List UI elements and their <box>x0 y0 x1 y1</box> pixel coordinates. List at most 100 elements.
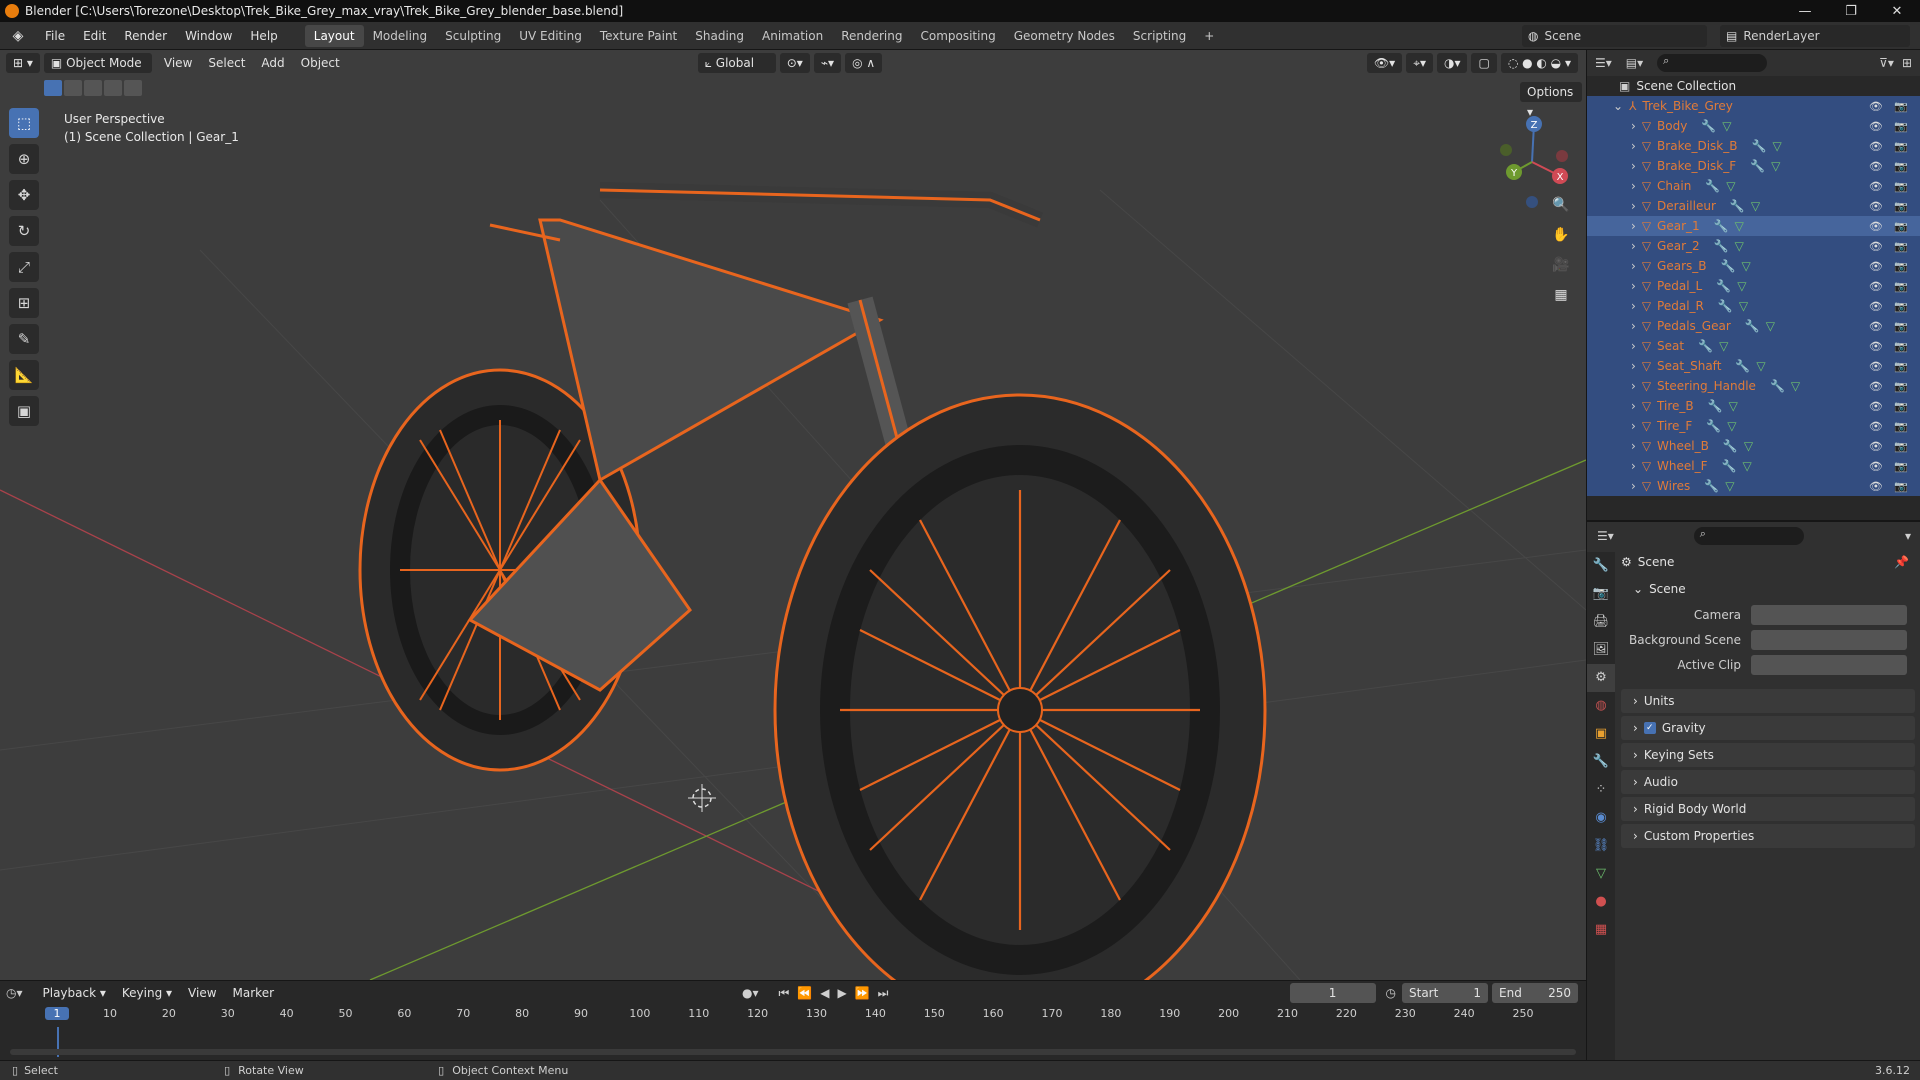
transform-orientation-dropdown[interactable]: ⟀ Global <box>697 53 776 73</box>
minimize-button[interactable]: — <box>1782 4 1828 19</box>
rigid-body-world-panel-header[interactable]: › Rigid Body World <box>1621 797 1915 821</box>
outliner-row-object[interactable]: › ▽ Brake_Disk_F 🔧 ▽ 👁 📷 <box>1587 156 1920 176</box>
visibility-icons[interactable]: 👁 📷 <box>1869 300 1912 313</box>
menu-file[interactable]: File <box>36 23 74 49</box>
xray-button[interactable]: ▢ <box>1471 53 1497 73</box>
snap-button[interactable]: ⌁▾ <box>813 53 842 73</box>
add-cube-tool-icon[interactable]: ▣ <box>9 396 39 426</box>
visibility-icons[interactable]: 👁 📷 <box>1869 100 1912 113</box>
tool-tab-icon[interactable]: 🔧 <box>1587 552 1615 580</box>
playback-controls[interactable]: ⏮⏪◀▶⏩⏭ <box>779 986 897 1001</box>
outliner-row-object[interactable]: › ▽ Tire_B 🔧 ▽ 👁 📷 <box>1587 396 1920 416</box>
front-wheel[interactable] <box>773 393 1267 980</box>
options-dropdown[interactable]: Options ▾ <box>1520 82 1582 119</box>
annotate-tool-icon[interactable]: ✎ <box>9 324 39 354</box>
tab-scripting[interactable]: Scripting <box>1124 25 1195 47</box>
3d-viewport[interactable]: ⊞ ▾ ▣ Object Mode View Select Add Object… <box>0 50 1586 980</box>
timeline-menu-keying[interactable]: Keying ▾ <box>114 986 180 1000</box>
scene-selector[interactable]: ◍ Scene <box>1522 25 1707 47</box>
3d-cursor-icon[interactable] <box>688 784 716 812</box>
outliner-search-input[interactable]: ⌕ <box>1657 54 1768 72</box>
expand-arrow-icon[interactable]: › <box>1631 279 1636 293</box>
end-frame-field[interactable]: End 250 <box>1492 983 1578 1003</box>
expand-arrow-icon[interactable]: › <box>1631 179 1636 193</box>
expand-arrow-icon[interactable]: › <box>1631 459 1636 473</box>
view-layer-tab-icon[interactable]: 🖼 <box>1587 636 1615 664</box>
expand-arrow-icon[interactable]: ⌄ <box>1613 99 1623 113</box>
particles-tab-icon[interactable]: ⁘ <box>1587 776 1615 804</box>
move-tool-icon[interactable]: ✥ <box>9 180 39 210</box>
outliner-row-collection[interactable]: ⌄ ⅄ Trek_Bike_Grey 👁 📷 <box>1587 96 1920 116</box>
outliner-row-object[interactable]: › ▽ Tire_F 🔧 ▽ 👁 📷 <box>1587 416 1920 436</box>
outliner-row-object[interactable]: › ▽ Chain 🔧 ▽ 👁 📷 <box>1587 176 1920 196</box>
expand-arrow-icon[interactable]: › <box>1631 239 1636 253</box>
visibility-icons[interactable]: 👁 📷 <box>1869 160 1912 173</box>
tab-sculpting[interactable]: Sculpting <box>436 25 510 47</box>
overlays-button[interactable]: ◑▾ <box>1436 53 1468 73</box>
expand-arrow-icon[interactable]: › <box>1631 159 1636 173</box>
visibility-icons[interactable]: 👁 📷 <box>1869 140 1912 153</box>
ortho-grid-icon[interactable]: ▦ <box>1548 282 1574 308</box>
outliner-row-object[interactable]: › ▽ Wires 🔧 ▽ 👁 📷 <box>1587 476 1920 496</box>
menu-render[interactable]: Render <box>115 23 176 49</box>
keying-sets-panel-header[interactable]: › Keying Sets <box>1621 743 1915 767</box>
tab-uv-editing[interactable]: UV Editing <box>510 25 591 47</box>
visibility-button[interactable]: 👁▾ <box>1366 53 1403 73</box>
visibility-icons[interactable]: 👁 📷 <box>1869 460 1912 473</box>
maximize-button[interactable]: ❐ <box>1828 4 1874 19</box>
timeline-scrollbar[interactable] <box>10 1049 1576 1055</box>
tab-layout[interactable]: Layout <box>304 24 364 47</box>
visibility-icons[interactable]: 👁 📷 <box>1869 280 1912 293</box>
properties-options-icon[interactable]: ▾ <box>1905 529 1911 543</box>
visibility-icons[interactable]: 👁 📷 <box>1869 220 1912 233</box>
background-scene-field[interactable] <box>1751 630 1907 650</box>
render-layer-selector[interactable]: ▤ RenderLayer <box>1720 25 1910 47</box>
output-tab-icon[interactable]: 🖨 <box>1587 608 1615 636</box>
viewport-menu-select[interactable]: Select <box>200 56 253 70</box>
gizmo-button[interactable]: ⌖▾ <box>1406 53 1433 73</box>
expand-arrow-icon[interactable]: › <box>1631 419 1636 433</box>
visibility-icons[interactable]: 👁 📷 <box>1869 400 1912 413</box>
outliner-row-object[interactable]: › ▽ Steering_Handle 🔧 ▽ 👁 📷 <box>1587 376 1920 396</box>
visibility-icons[interactable]: 👁 📷 <box>1869 360 1912 373</box>
scene-panel-header[interactable]: ⌄ Scene <box>1621 577 1915 601</box>
object-mode-dropdown[interactable]: ▣ Object Mode <box>43 53 152 73</box>
viewport-menu-object[interactable]: Object <box>293 56 348 70</box>
expand-arrow-icon[interactable]: › <box>1631 259 1636 273</box>
rotate-tool-icon[interactable]: ↻ <box>9 216 39 246</box>
outliner-row-object[interactable]: › ▽ Pedal_L 🔧 ▽ 👁 📷 <box>1587 276 1920 296</box>
select-mode-buttons[interactable] <box>44 80 142 96</box>
outliner-row-object[interactable]: › ▽ Pedals_Gear 🔧 ▽ 👁 📷 <box>1587 316 1920 336</box>
select-box-tool-icon[interactable]: ⬚ <box>9 108 39 138</box>
tab-texture-paint[interactable]: Texture Paint <box>591 25 686 47</box>
expand-arrow-icon[interactable]: › <box>1631 339 1636 353</box>
new-collection-icon[interactable]: ⊞ <box>1902 56 1912 70</box>
outliner-row-scene-collection[interactable]: ▣ Scene Collection <box>1587 76 1920 96</box>
visibility-icons[interactable]: 👁 📷 <box>1869 380 1912 393</box>
viewport-menu-view[interactable]: View <box>156 56 200 70</box>
autokey-record-icon[interactable]: ●▾ <box>742 986 759 1000</box>
tab-geometry-nodes[interactable]: Geometry Nodes <box>1005 25 1124 47</box>
frame-ruler[interactable]: 1 10 20 30 40 50 60 70 80 90 100 110 120 130 140 150 160… <box>0 1007 1586 1027</box>
display-mode-icon[interactable]: ▤▾ <box>1626 56 1643 70</box>
start-frame-field[interactable]: Start 1 <box>1402 983 1488 1003</box>
expand-arrow-icon[interactable]: › <box>1631 299 1636 313</box>
outliner-row-object[interactable]: › ▽ Pedal_R 🔧 ▽ 👁 📷 <box>1587 296 1920 316</box>
visibility-icons[interactable]: 👁 📷 <box>1869 240 1912 253</box>
audio-panel-header[interactable]: › Audio <box>1621 770 1915 794</box>
transform-tool-icon[interactable]: ⊞ <box>9 288 39 318</box>
menu-window[interactable]: Window <box>176 23 241 49</box>
tab-compositing[interactable]: Compositing <box>911 25 1004 47</box>
close-button[interactable]: ✕ <box>1874 4 1920 19</box>
shading-modes[interactable]: ◌ ● ◐ ◒ ▾ <box>1500 53 1578 73</box>
expand-arrow-icon[interactable]: › <box>1631 479 1636 493</box>
outliner-row-object[interactable]: › ▽ Wheel_B 🔧 ▽ 👁 📷 <box>1587 436 1920 456</box>
tab-animation[interactable]: Animation <box>753 25 832 47</box>
gravity-checkbox[interactable]: ✓ <box>1643 722 1656 734</box>
filter-icon[interactable]: ⊽▾ <box>1879 56 1894 70</box>
visibility-icons[interactable]: 👁 📷 <box>1869 480 1912 493</box>
visibility-icons[interactable]: 👁 📷 <box>1869 180 1912 193</box>
gravity-panel-header[interactable]: › ✓ Gravity <box>1621 716 1915 740</box>
timeline-editor-icon[interactable]: ◷▾ <box>6 986 23 1000</box>
object-tab-icon[interactable]: ▣ <box>1587 720 1615 748</box>
